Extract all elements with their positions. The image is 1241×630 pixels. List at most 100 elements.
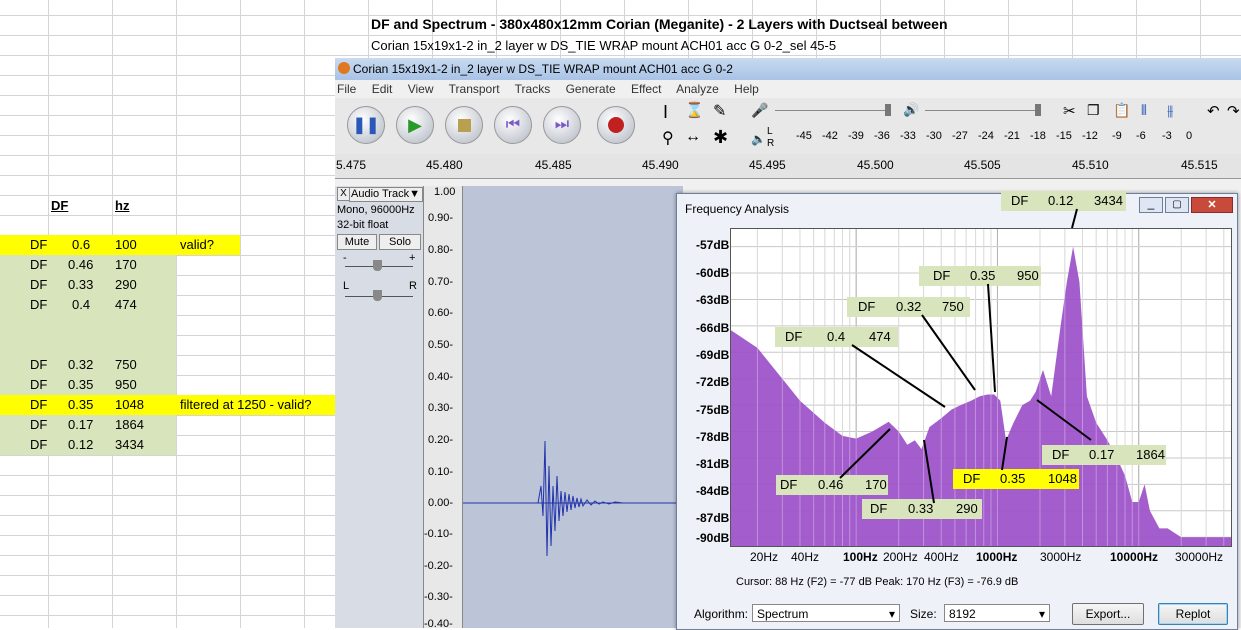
silence-icon[interactable]: ⫵ xyxy=(1167,102,1173,119)
sheet-row[interactable]: DF 0.33 290 xyxy=(0,275,176,295)
menu-generate[interactable]: Generate xyxy=(566,82,616,96)
mute-button[interactable]: Mute xyxy=(337,234,377,250)
track-name-menu[interactable]: Audio Track ▼ xyxy=(349,187,423,202)
row-df: 0.17 xyxy=(68,417,94,432)
speaker-icon: 🔊 xyxy=(903,102,920,117)
pause-button[interactable]: ❚❚ xyxy=(347,106,385,144)
sheet-row[interactable]: DF 0.46 170 xyxy=(0,255,176,275)
menu-effect[interactable]: Effect xyxy=(631,82,661,96)
app-icon xyxy=(338,62,350,74)
record-button[interactable] xyxy=(597,106,635,144)
solo-button[interactable]: Solo xyxy=(379,234,421,250)
output-meter-thumb[interactable] xyxy=(1035,104,1041,116)
ruler-tick: 45.485 xyxy=(535,158,572,172)
ann-hz: 950 xyxy=(1017,268,1039,283)
meter-tick: -6 xyxy=(1136,130,1146,142)
amp-tick: 0.90- xyxy=(428,212,454,224)
gain-plus-label: + xyxy=(409,252,416,264)
skip-start-button[interactable]: ⏮ xyxy=(494,106,532,144)
y-tick: -57dB xyxy=(696,238,730,252)
output-meter[interactable] xyxy=(925,110,1040,111)
ruler-tick: 45.505 xyxy=(964,158,1001,172)
row-df: 0.33 xyxy=(68,277,94,292)
minimize-button[interactable]: _ xyxy=(1139,197,1163,213)
menu-analyze[interactable]: Analyze xyxy=(676,82,719,96)
audacity-titlebar[interactable]: Corian 15x19x1-2 in_2 layer w DS_TIE WRA… xyxy=(335,58,1241,80)
menu-edit[interactable]: Edit xyxy=(372,82,393,96)
menu-transport[interactable]: Transport xyxy=(449,82,500,96)
y-tick: -63dB xyxy=(696,293,730,307)
sheet-row[interactable]: DF 0.12 3434 xyxy=(0,435,176,455)
annotation-callout-highlight: DF 0.35 1048 xyxy=(953,469,1079,489)
algorithm-select[interactable]: Spectrum xyxy=(752,604,900,623)
waveform[interactable] xyxy=(463,186,683,628)
size-value: 8192 xyxy=(949,607,976,621)
export-button[interactable]: Export... xyxy=(1072,603,1144,625)
menu-tracks[interactable]: Tracks xyxy=(515,82,551,96)
play-button[interactable]: ▶ xyxy=(396,106,434,144)
meter-tick: -39 xyxy=(848,130,864,142)
envelope-tool-icon[interactable]: ⌛ xyxy=(685,101,704,119)
menu-bar: File Edit View Transport Tracks Generate… xyxy=(335,80,1241,98)
sheet-row[interactable]: DF 0.35 1048 filtered at 1250 - valid? xyxy=(0,395,335,415)
sheet-row[interactable]: DF 0.4 474 xyxy=(0,295,176,315)
ann-label: DF xyxy=(1052,447,1070,462)
waveform-svg xyxy=(463,440,683,557)
trim-icon[interactable]: ⫴ xyxy=(1141,102,1147,119)
cut-icon[interactable]: ✂ xyxy=(1063,102,1076,120)
amp-tick: 0.10- xyxy=(428,466,454,478)
maximize-button[interactable]: ▢ xyxy=(1165,197,1189,213)
cursor-readout: Cursor: 88 Hz (F2) = -77 dB xyxy=(736,576,873,588)
amp-tick: 0.30- xyxy=(428,402,454,414)
stop-button[interactable] xyxy=(445,106,483,144)
meter-tick: -3 xyxy=(1162,130,1172,142)
sheet-row[interactable]: DF 0.35 950 xyxy=(0,375,176,395)
row-hz: 3434 xyxy=(115,437,144,452)
row-label: DF xyxy=(30,357,48,372)
y-tick: -60dB xyxy=(696,266,730,280)
annotation-callout: DF 0.33 290 xyxy=(862,499,982,519)
microphone-icon: 🎤 xyxy=(751,102,769,118)
selection-tool-icon[interactable]: I xyxy=(663,102,668,123)
amp-tick: -0.10- xyxy=(424,528,453,540)
track-name: Audio Track xyxy=(351,188,410,200)
menu-view[interactable]: View xyxy=(408,82,434,96)
draw-tool-icon[interactable]: ✎ xyxy=(713,101,726,121)
replot-button[interactable]: Replot xyxy=(1158,603,1228,625)
input-meter[interactable] xyxy=(775,110,885,111)
meter-tick: -33 xyxy=(900,130,916,142)
size-select[interactable]: 8192 xyxy=(944,604,1050,623)
sheet-row[interactable]: DF 0.17 1864 xyxy=(0,415,176,435)
timeshift-tool-icon[interactable]: ↔ xyxy=(685,128,701,146)
x-tick: 10000Hz xyxy=(1110,550,1159,564)
ruler-tick: 45.500 xyxy=(857,158,894,172)
speaker-small-icon: 🔈 xyxy=(751,132,766,146)
menu-help[interactable]: Help xyxy=(734,82,759,96)
zoom-tool-icon[interactable]: ⚲ xyxy=(662,128,674,148)
undo-icon[interactable]: ↶ xyxy=(1207,102,1220,120)
pan-slider-thumb[interactable] xyxy=(373,290,382,301)
dropdown-icon: ▼ xyxy=(409,188,420,200)
ann-hz: 1048 xyxy=(1048,471,1077,486)
annotation-callout: DF 0.17 1864 xyxy=(1042,445,1166,465)
redo-icon[interactable]: ↷ xyxy=(1227,102,1240,120)
timeline-ruler[interactable]: 5.475 45.480 45.485 45.490 45.495 45.500… xyxy=(335,154,1241,179)
paste-icon[interactable]: 📋 xyxy=(1113,102,1130,119)
sheet-row[interactable]: DF 0.32 750 xyxy=(0,355,176,375)
dialog-title: Frequency Analysis xyxy=(685,202,790,216)
gain-slider-thumb[interactable] xyxy=(373,260,382,271)
close-button[interactable]: ✕ xyxy=(1191,197,1233,213)
ann-hz: 1864 xyxy=(1136,447,1165,462)
y-tick: -87dB xyxy=(696,511,730,525)
amp-tick: 0.50- xyxy=(428,339,454,351)
menu-file[interactable]: File xyxy=(337,82,356,96)
sheet-row[interactable]: DF 0.6 100 valid? xyxy=(0,235,240,255)
meter-tick: -21 xyxy=(1004,130,1020,142)
copy-icon[interactable]: ❐ xyxy=(1087,102,1100,119)
input-meter-thumb[interactable] xyxy=(885,104,891,116)
sheet-row-empty[interactable] xyxy=(0,315,176,355)
multi-tool-icon[interactable]: ✱ xyxy=(713,127,728,148)
row-df: 0.35 xyxy=(68,377,94,392)
skip-end-button[interactable]: ⏭ xyxy=(543,106,581,144)
playback-meter-scale[interactable]: -45 -42 -39 -36 -33 -30 -27 -24 -21 -18 … xyxy=(778,130,1196,146)
